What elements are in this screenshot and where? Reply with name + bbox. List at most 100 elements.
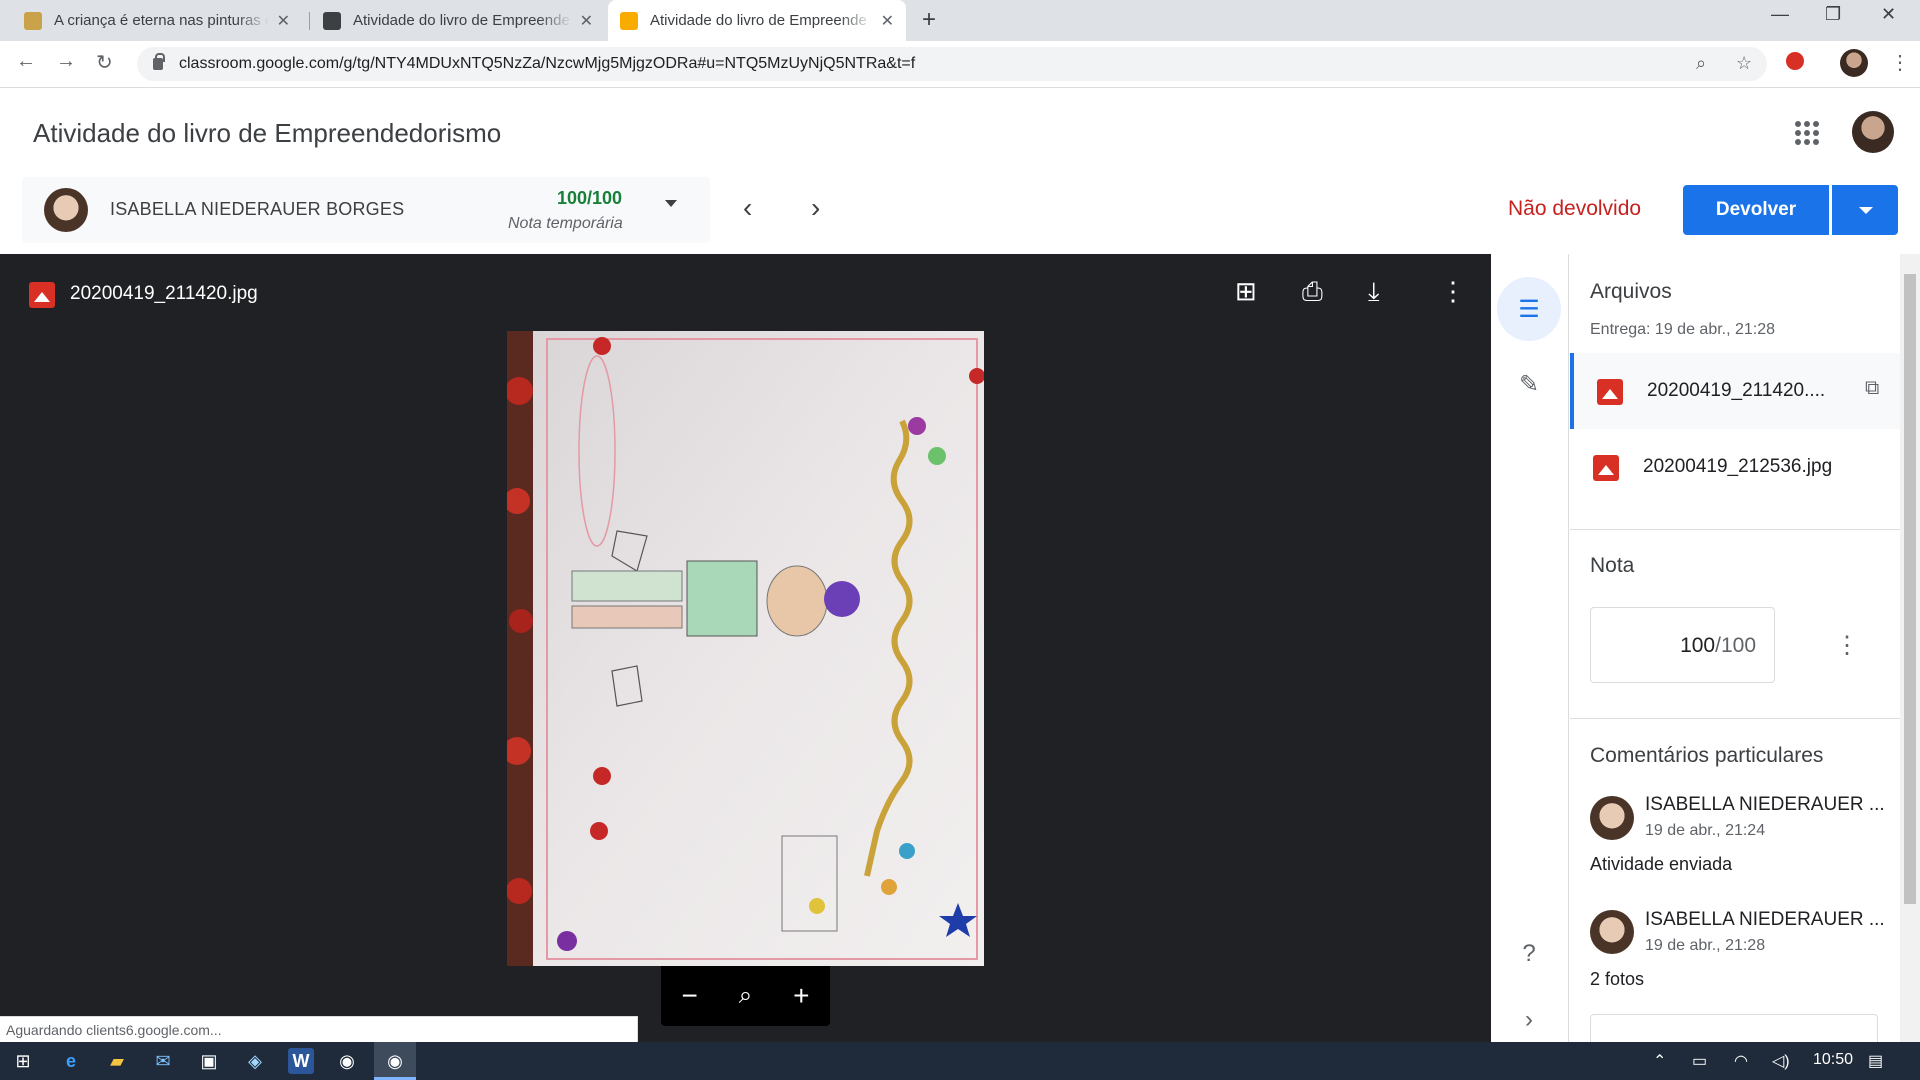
app-icon[interactable]: ◈ — [242, 1048, 268, 1074]
comment-author: ISABELLA NIEDERAUER ... — [1645, 794, 1885, 815]
tab-title: Atividade do livro de Empreende — [650, 12, 867, 29]
submitted-drawing-image — [507, 331, 984, 966]
painting-favicon-icon — [24, 11, 42, 30]
account-avatar[interactable] — [1852, 111, 1894, 153]
comment-avatar — [1590, 910, 1634, 954]
tab-separator — [309, 12, 310, 30]
extension-icon[interactable] — [1786, 52, 1804, 70]
comment-date: 19 de abr., 21:24 — [1645, 822, 1766, 839]
edge-browser-icon[interactable]: e — [58, 1048, 84, 1074]
clock-time[interactable]: 10:50 — [1813, 1051, 1853, 1069]
chrome-profile-icon[interactable]: ◉ — [382, 1048, 408, 1074]
new-tab-icon[interactable]: + — [922, 6, 936, 34]
return-button[interactable]: Devolver — [1683, 185, 1829, 235]
page-title: Atividade do livro de Empreendedorismo — [33, 118, 502, 148]
grade-input[interactable]: 100/100 — [1590, 607, 1775, 683]
close-window-icon[interactable]: ✕ — [1881, 4, 1896, 25]
file-item[interactable]: 20200419_211420.... ⧉ — [1570, 353, 1900, 429]
file-item[interactable]: 20200419_212536.jpg — [1570, 429, 1900, 505]
reload-icon[interactable]: ↻ — [96, 50, 113, 75]
zoom-reset-icon[interactable]: ⌕ — [739, 982, 752, 1010]
print-icon[interactable]: ⎙ — [1302, 276, 1323, 308]
scrollbar-thumb[interactable] — [1904, 274, 1916, 904]
private-comment-input[interactable] — [1590, 1014, 1878, 1042]
student-work-icon[interactable]: ☰ — [1497, 277, 1561, 341]
divider — [1570, 529, 1900, 530]
viewer-file-name: 20200419_211420.jpg — [70, 283, 258, 304]
chevron-down-icon[interactable] — [665, 200, 677, 207]
notifications-icon[interactable]: ▤ — [1868, 1051, 1883, 1071]
zoom-icon[interactable]: ⌕ — [1696, 53, 1706, 74]
rubric-comments-icon[interactable]: ✎ — [1497, 352, 1561, 416]
student-name: ISABELLA NIEDERAUER BORGES — [110, 199, 405, 219]
comment-author: ISABELLA NIEDERAUER ... — [1645, 909, 1885, 930]
file-explorer-icon[interactable]: ▰ — [104, 1048, 130, 1074]
side-rail: ☰ ✎ ? › — [1491, 254, 1569, 1042]
chrome-icon[interactable]: ◉ — [334, 1048, 360, 1074]
url-text: classroom.google.com/g/tg/NTY4MDUxNTQ5Nz… — [179, 55, 916, 72]
minimize-icon[interactable]: — — [1771, 4, 1789, 25]
side-panel-scrollbar[interactable] — [1900, 254, 1920, 1042]
forward-icon[interactable]: → — [56, 50, 76, 73]
back-icon[interactable]: ← — [16, 50, 36, 73]
browser-tab-2[interactable]: Atividade do livro de Empreende ✕ — [311, 0, 605, 41]
file-name: 20200419_211420.... — [1647, 380, 1826, 401]
show-hidden-icons-icon[interactable]: ⌃ — [1653, 1051, 1666, 1071]
files-title: Arquivos — [1590, 280, 1672, 303]
classroom-favicon-icon — [620, 11, 638, 30]
comment-date: 19 de abr., 21:28 — [1645, 937, 1766, 954]
volume-icon[interactable]: ◁) — [1772, 1051, 1790, 1071]
image-file-icon — [1597, 379, 1623, 405]
divider — [1570, 718, 1900, 719]
help-icon[interactable]: ? — [1497, 922, 1561, 986]
file-viewer: 20200419_211420.jpg ⊞ ⎙ ⤓ ⋮ − ⌕ + — [0, 254, 1491, 1042]
grade-title: Nota — [1590, 554, 1635, 577]
zoom-out-icon[interactable]: − — [681, 980, 697, 1012]
zoom-in-icon[interactable]: + — [793, 980, 809, 1012]
tab-title: A criança é eterna nas pinturas de — [54, 12, 269, 29]
file-name: 20200419_212536.jpg — [1643, 456, 1833, 477]
student-grade: 100/100 — [557, 188, 623, 208]
add-comment-icon[interactable]: ⊞ — [1235, 276, 1257, 307]
windows-start-icon[interactable]: ⊞ — [10, 1048, 36, 1074]
close-tab-icon[interactable]: ✕ — [881, 11, 894, 31]
zoom-controls: − ⌕ + — [661, 966, 830, 1026]
more-options-icon[interactable]: ⋮ — [1440, 276, 1466, 307]
grade-total: /100 — [1715, 634, 1756, 657]
wifi-icon[interactable]: ◠ — [1734, 1051, 1748, 1071]
student-avatar — [44, 188, 88, 232]
close-tab-icon[interactable]: ✕ — [277, 11, 290, 31]
image-file-icon — [29, 282, 55, 308]
classroom-favicon-icon — [323, 11, 341, 30]
word-icon[interactable]: W — [288, 1048, 314, 1074]
browser-toolbar: ← → ↻ classroom.google.com/g/tg/NTY4MDUx… — [0, 41, 1920, 88]
private-comments-title: Comentários particulares — [1590, 744, 1824, 767]
previous-student-icon[interactable]: ‹ — [743, 192, 752, 224]
browser-status-text: Aguardando clients6.google.com... — [0, 1016, 638, 1043]
maximize-icon[interactable]: ❐ — [1825, 4, 1841, 25]
bookmark-star-icon[interactable]: ☆ — [1736, 53, 1752, 74]
open-in-new-icon[interactable]: ⧉ — [1865, 377, 1879, 400]
comment-avatar — [1590, 796, 1634, 840]
delivery-date: Entrega: 19 de abr., 21:28 — [1590, 321, 1776, 338]
next-student-icon[interactable]: › — [811, 192, 820, 224]
download-icon[interactable]: ⤓ — [1368, 276, 1380, 308]
lock-icon — [153, 53, 165, 70]
close-tab-icon[interactable]: ✕ — [580, 11, 593, 31]
google-apps-icon[interactable] — [1795, 121, 1819, 145]
mail-icon[interactable]: ✉ — [150, 1048, 176, 1074]
comment-text: 2 fotos — [1590, 969, 1645, 989]
windows-taskbar: ⊞ e ▰ ✉ ▣ ◈ W ◉ ◉ ⌃ ▭ ◠ ◁) 10:50 ▤ — [0, 1042, 1920, 1080]
address-bar[interactable]: classroom.google.com/g/tg/NTY4MDUxNTQ5Nz… — [137, 47, 1767, 81]
comment-text: Atividade enviada — [1590, 854, 1733, 874]
student-selector[interactable]: ISABELLA NIEDERAUER BORGES 100/100 Nota … — [22, 177, 710, 243]
profile-avatar[interactable] — [1840, 49, 1868, 77]
browser-menu-icon[interactable]: ⋮ — [1890, 50, 1910, 75]
submission-side-panel: Arquivos Entrega: 19 de abr., 21:28 2020… — [1570, 254, 1900, 1042]
browser-tab-1[interactable]: A criança é eterna nas pinturas de ✕ — [12, 0, 302, 41]
battery-icon[interactable]: ▭ — [1692, 1051, 1707, 1071]
browser-tab-3-active[interactable]: Atividade do livro de Empreende ✕ — [608, 0, 906, 41]
store-icon[interactable]: ▣ — [196, 1048, 222, 1074]
grade-more-icon[interactable]: ⋮ — [1835, 631, 1859, 660]
return-dropdown-button[interactable] — [1832, 185, 1898, 235]
